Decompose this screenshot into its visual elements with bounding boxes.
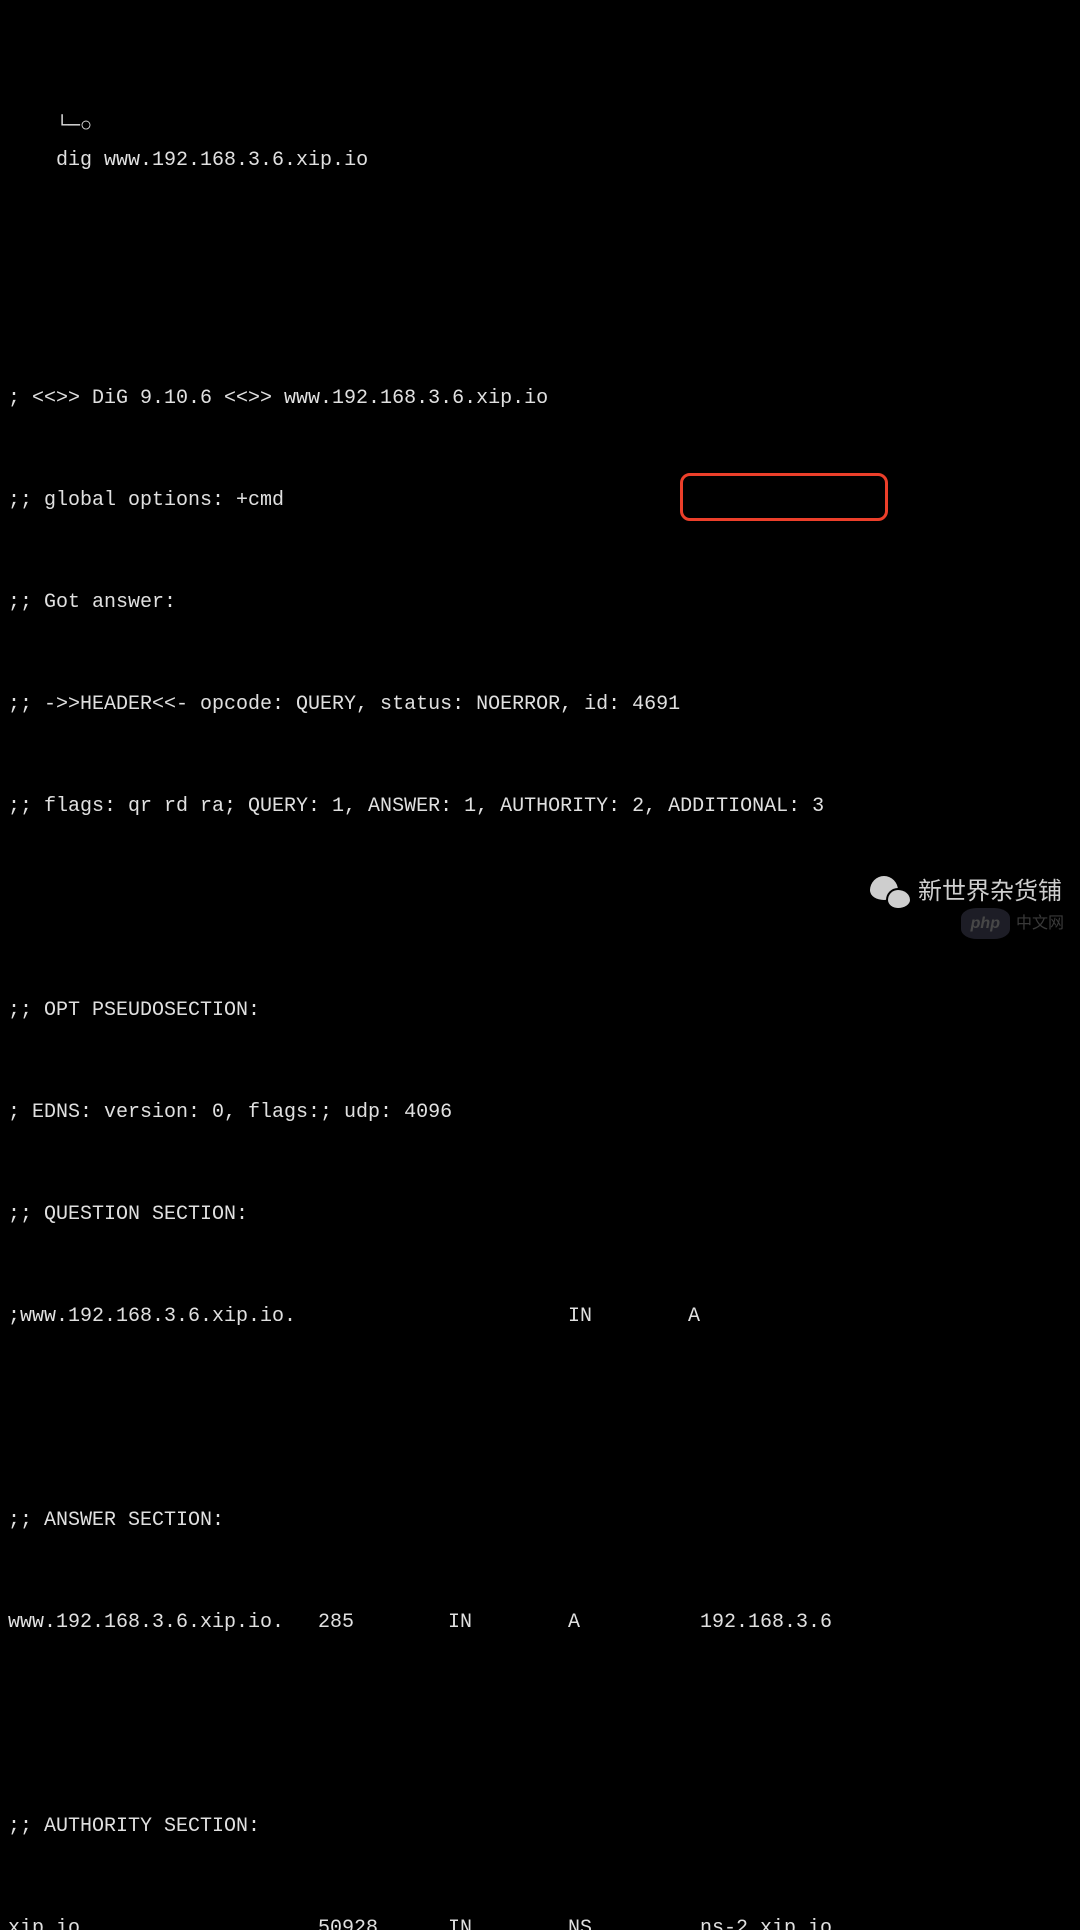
authority-type: NS: [568, 1912, 700, 1930]
answer-ttl: 285: [318, 1606, 448, 1640]
authority-ttl: 50928: [318, 1912, 448, 1930]
opt-section-title: ;; OPT PSEUDOSECTION:: [8, 994, 1072, 1028]
flags-line: ;; flags: qr rd ra; QUERY: 1, ANSWER: 1,…: [8, 790, 1072, 824]
command-text: dig www.192.168.3.6.xip.io: [56, 149, 368, 172]
got-answer-line: ;; Got answer:: [8, 586, 1072, 620]
authority-name: xip.io.: [8, 1912, 318, 1930]
edns-line: ; EDNS: version: 0, flags:; udp: 4096: [8, 1096, 1072, 1130]
authority-section-title: ;; AUTHORITY SECTION:: [8, 1810, 1072, 1844]
question-type: A: [688, 1300, 700, 1334]
prompt-symbol: └─○: [56, 115, 92, 138]
answer-value: 192.168.3.6: [700, 1606, 832, 1640]
answer-row: www.192.168.3.6.xip.io.285INA192.168.3.6: [8, 1606, 1072, 1640]
answer-type: A: [568, 1606, 700, 1640]
header-status-line: ;; ->>HEADER<<- opcode: QUERY, status: N…: [8, 688, 1072, 722]
php-watermark: php 中文网: [961, 908, 1064, 939]
question-row: ;www.192.168.3.6.xip.io.INA: [8, 1300, 1072, 1334]
global-options-line: ;; global options: +cmd: [8, 484, 1072, 518]
terminal-output: └─○ dig www.192.168.3.6.xip.io ; <<>> Di…: [8, 8, 1072, 1930]
dig-version-line: ; <<>> DiG 9.10.6 <<>> www.192.168.3.6.x…: [8, 382, 1072, 416]
command-prompt: └─○ dig www.192.168.3.6.xip.io: [8, 76, 1072, 212]
question-section-title: ;; QUESTION SECTION:: [8, 1198, 1072, 1232]
question-class: IN: [568, 1300, 688, 1334]
authority-class: IN: [448, 1912, 568, 1930]
answer-section-title: ;; ANSWER SECTION:: [8, 1504, 1072, 1538]
php-watermark-text: 中文网: [1016, 910, 1064, 937]
authority-row: xip.io.50928INNSns-2.xip.io.: [8, 1912, 1072, 1930]
answer-name: www.192.168.3.6.xip.io.: [8, 1606, 318, 1640]
wechat-icon: [870, 876, 910, 910]
authority-value: ns-2.xip.io.: [700, 1912, 844, 1930]
question-name: ;www.192.168.3.6.xip.io.: [8, 1300, 568, 1334]
answer-class: IN: [448, 1606, 568, 1640]
php-logo-icon: php: [961, 908, 1010, 939]
